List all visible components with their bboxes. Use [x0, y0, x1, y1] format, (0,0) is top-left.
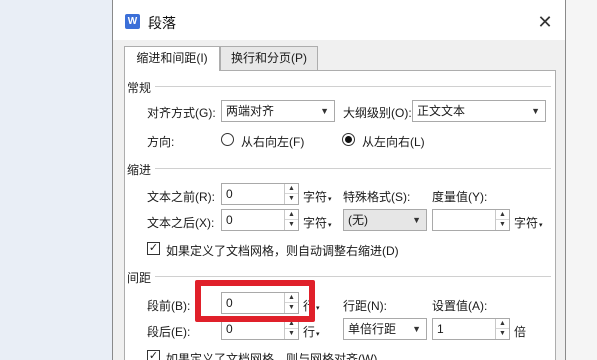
spacing-after-unit[interactable]: 行▾ [303, 323, 320, 340]
spin-down-icon[interactable]: ▼ [285, 329, 298, 339]
unit-arrow-icon: ▾ [316, 331, 320, 338]
before-text-unit-label: 字符 [303, 190, 328, 204]
spacing-before-label: 段前(B): [147, 299, 191, 313]
dropdown-arrow-icon: ▼ [320, 106, 329, 116]
after-text-unit-label: 字符 [303, 216, 328, 230]
spin-up-icon[interactable]: ▲ [285, 184, 298, 194]
before-text-value: 0 [226, 187, 233, 201]
section-title-general: 常规 [127, 81, 152, 95]
spin-up-icon[interactable]: ▲ [496, 319, 509, 329]
section-title-spacing: 间距 [127, 271, 152, 285]
alignment-label: 对齐方式(G): [147, 106, 216, 120]
line-spacing-select[interactable]: 单倍行距 ▼ [343, 318, 427, 340]
after-text-value: 0 [226, 213, 233, 227]
tab-indent-spacing[interactable]: 缩进和间距(I) [124, 46, 220, 71]
radio-right-to-left[interactable] [221, 133, 234, 146]
before-text-spinner[interactable]: 0 ▲ ▼ [221, 183, 299, 205]
dropdown-arrow-icon: ▼ [412, 324, 421, 334]
background-window-left [0, 0, 112, 360]
spinner-buttons: ▲ ▼ [284, 210, 298, 230]
section-title-indent: 缩进 [127, 163, 152, 177]
spacing-after-label: 段后(E): [147, 325, 191, 339]
direction-label: 方向: [147, 135, 175, 149]
red-highlight-box [195, 280, 315, 322]
alignment-value: 两端对齐 [226, 104, 275, 118]
special-format-select[interactable]: (无) ▼ [343, 209, 427, 231]
after-text-label: 文本之后(X): [147, 216, 215, 230]
spin-down-icon[interactable]: ▼ [285, 194, 298, 204]
unit-arrow-icon: ▾ [316, 305, 320, 312]
spin-down-icon[interactable]: ▼ [496, 220, 509, 230]
after-text-unit[interactable]: 字符▾ [303, 214, 332, 231]
spinner-buttons: ▲ ▼ [495, 210, 509, 230]
radio-selected-dot [345, 136, 352, 143]
section-divider [155, 276, 551, 277]
before-text-label: 文本之前(R): [147, 190, 215, 204]
measure-label: 度量值(Y): [432, 190, 488, 204]
spin-down-icon[interactable]: ▼ [496, 329, 509, 339]
spinner-buttons: ▲ ▼ [495, 319, 509, 339]
line-spacing-label: 行距(N): [343, 299, 387, 313]
paragraph-dialog: W 段落 ✕ 缩进和间距(I) 换行和分页(P) 常规 对齐方式(G): 两端对… [112, 0, 566, 360]
radio-right-to-left-label: 从右向左(F) [241, 135, 305, 149]
outline-level-value: 正文文本 [417, 104, 466, 118]
alignment-select[interactable]: 两端对齐 ▼ [221, 100, 335, 122]
dropdown-arrow-icon: ▼ [531, 106, 540, 116]
setting-value-unit: 倍 [514, 325, 527, 339]
unit-arrow-icon: ▾ [539, 222, 543, 229]
spin-up-icon[interactable]: ▲ [285, 210, 298, 220]
spacing-after-value: 0 [226, 322, 233, 336]
section-divider [155, 86, 551, 87]
section-divider [155, 168, 551, 169]
spinner-buttons: ▲ ▼ [284, 319, 298, 339]
unit-arrow-icon: ▾ [328, 196, 332, 203]
special-format-value: (无) [348, 213, 368, 227]
after-text-spinner[interactable]: 0 ▲ ▼ [221, 209, 299, 231]
spin-down-icon[interactable]: ▼ [285, 220, 298, 230]
spacing-grid-checkbox[interactable]: ✓ [147, 350, 160, 360]
measure-unit[interactable]: 字符▾ [514, 214, 543, 231]
dropdown-arrow-icon: ▼ [412, 215, 421, 225]
measure-spinner[interactable]: ▲ ▼ [432, 209, 510, 231]
line-spacing-value: 单倍行距 [348, 322, 397, 336]
before-text-unit[interactable]: 字符▾ [303, 188, 332, 205]
spinner-buttons: ▲ ▼ [284, 184, 298, 204]
radio-left-to-right[interactable] [342, 133, 355, 146]
special-format-label: 特殊格式(S): [343, 190, 411, 204]
outline-level-label: 大纲级别(O): [343, 106, 412, 120]
dialog-title: 段落 [148, 15, 176, 31]
tab-line-page-breaks[interactable]: 换行和分页(P) [220, 46, 318, 70]
spacing-after-unit-label: 行 [303, 325, 316, 339]
indent-grid-checkbox-label: 如果定义了文档网格，则自动调整右缩进(D) [166, 244, 399, 258]
close-icon[interactable]: ✕ [533, 10, 557, 34]
tab-panel: 常规 对齐方式(G): 两端对齐 ▼ 大纲级别(O): 正文文本 ▼ 方向: 从… [124, 70, 556, 360]
title-bar: W 段落 ✕ [113, 0, 565, 40]
radio-left-to-right-label: 从左向右(L) [362, 135, 425, 149]
app-icon: W [125, 14, 140, 29]
setting-value-spinner[interactable]: 1 ▲ ▼ [432, 318, 510, 340]
setting-value: 1 [437, 322, 444, 336]
spin-up-icon[interactable]: ▲ [496, 210, 509, 220]
background-window-right [566, 0, 597, 360]
outline-level-select[interactable]: 正文文本 ▼ [412, 100, 546, 122]
indent-grid-checkbox[interactable]: ✓ [147, 242, 160, 255]
setting-value-label: 设置值(A): [432, 299, 488, 313]
spacing-grid-checkbox-label: 如果定义了文档网格，则与网格对齐(W) [166, 352, 378, 360]
measure-unit-label: 字符 [514, 216, 539, 230]
unit-arrow-icon: ▾ [328, 222, 332, 229]
